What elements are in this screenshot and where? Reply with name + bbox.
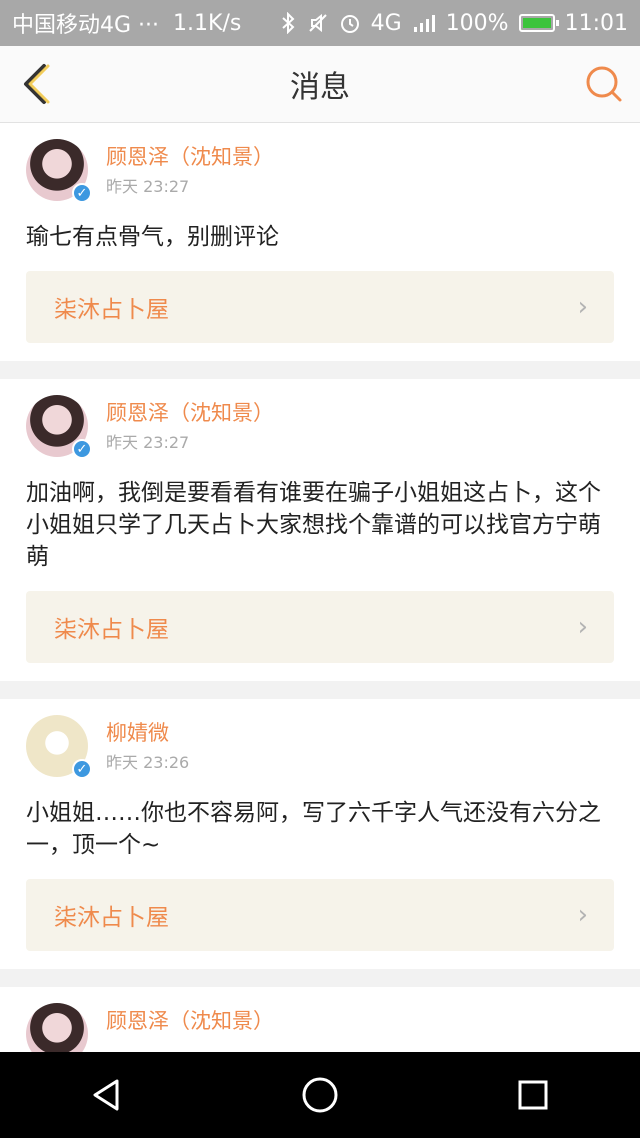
- search-icon: [586, 66, 622, 102]
- network-speed: 1.1K/s: [173, 10, 242, 36]
- clock-time: 11:01: [564, 10, 628, 36]
- verified-badge-icon: ✓: [72, 183, 92, 203]
- avatar[interactable]: ✓: [26, 715, 92, 779]
- message-time: 昨天 23:26: [106, 753, 190, 772]
- message-text: 小姐姐……你也不容易阿，写了六千字人气还没有六分之一，顶一个~: [26, 800, 601, 858]
- chevron-right-icon: ›: [577, 612, 588, 642]
- bluetooth-icon: [279, 12, 297, 34]
- message-header: 顾恩泽（沈知景）: [26, 1003, 614, 1052]
- nav-home-button[interactable]: [290, 1065, 350, 1125]
- chevron-right-icon: ›: [577, 900, 588, 930]
- top-nav-bar: 消息: [0, 46, 640, 123]
- linked-post-title: 柒沐占卜屋: [54, 297, 169, 323]
- triangle-back-icon: [93, 1079, 119, 1111]
- username[interactable]: 顾恩泽（沈知景）: [106, 1007, 274, 1035]
- back-arrow-icon: [24, 64, 50, 104]
- verified-badge-icon: ✓: [72, 439, 92, 459]
- username[interactable]: 顾恩泽（沈知景）: [106, 399, 274, 427]
- message-card: 顾恩泽（沈知景）: [0, 987, 640, 1052]
- message-time: 昨天 23:27: [106, 177, 190, 196]
- square-recents-icon: [518, 1080, 548, 1110]
- linked-post-card[interactable]: 柒沐占卜屋 ›: [26, 879, 614, 951]
- alarm-icon: [339, 12, 361, 34]
- mute-icon: [307, 12, 329, 34]
- avatar[interactable]: ✓: [26, 395, 92, 459]
- battery-percent: 100%: [445, 10, 509, 36]
- system-nav-bar: [0, 1052, 640, 1138]
- message-text: 瑜七有点骨气，别删评论: [26, 224, 279, 250]
- verified-badge-icon: ✓: [72, 759, 92, 779]
- circle-home-icon: [302, 1077, 338, 1113]
- linked-post-card[interactable]: 柒沐占卜屋 ›: [26, 271, 614, 343]
- message-header: ✓ 顾恩泽（沈知景） 昨天 23:27: [26, 395, 614, 459]
- username[interactable]: 顾恩泽（沈知景）: [106, 143, 274, 171]
- back-button[interactable]: [14, 60, 60, 108]
- message-header: ✓ 柳婧微 昨天 23:26: [26, 715, 614, 779]
- carrier-label: 中国移动4G ···: [12, 13, 160, 38]
- linked-post-title: 柒沐占卜屋: [54, 905, 169, 931]
- linked-post-card[interactable]: 柒沐占卜屋 ›: [26, 591, 614, 663]
- linked-post-title: 柒沐占卜屋: [54, 617, 169, 643]
- status-bar: 中国移动4G ··· 1.1K/s 4G 100% 11:01: [0, 0, 640, 46]
- avatar[interactable]: [26, 1003, 88, 1052]
- nav-recents-button[interactable]: [503, 1065, 563, 1125]
- chevron-right-icon: ›: [577, 292, 588, 322]
- message-header: ✓ 顾恩泽（沈知景） 昨天 23:27: [26, 139, 614, 203]
- signal-icon: [412, 12, 436, 34]
- network-type: 4G: [370, 10, 402, 36]
- search-button[interactable]: [584, 64, 624, 104]
- message-time: 昨天 23:27: [106, 433, 190, 452]
- username[interactable]: 柳婧微: [106, 719, 189, 747]
- message-list: ✓ 顾恩泽（沈知景） 昨天 23:27 瑜七有点骨气，别删评论 柒沐占卜屋 › …: [0, 123, 640, 1052]
- nav-back-button[interactable]: [77, 1065, 137, 1125]
- message-card: ✓ 顾恩泽（沈知景） 昨天 23:27 加油啊，我倒是要看看有谁要在骗子小姐姐这…: [0, 379, 640, 681]
- battery-icon: [518, 14, 559, 32]
- message-card: ✓ 顾恩泽（沈知景） 昨天 23:27 瑜七有点骨气，别删评论 柒沐占卜屋 ›: [0, 123, 640, 361]
- message-text: 加油啊，我倒是要看看有谁要在骗子小姐姐这占卜，这个小姐姐只学了几天占卜大家想找个…: [26, 480, 601, 570]
- avatar[interactable]: ✓: [26, 139, 92, 203]
- avatar-image: [26, 1003, 88, 1052]
- page-title: 消息: [290, 70, 350, 105]
- message-card: ✓ 柳婧微 昨天 23:26 小姐姐……你也不容易阿，写了六千字人气还没有六分之…: [0, 699, 640, 969]
